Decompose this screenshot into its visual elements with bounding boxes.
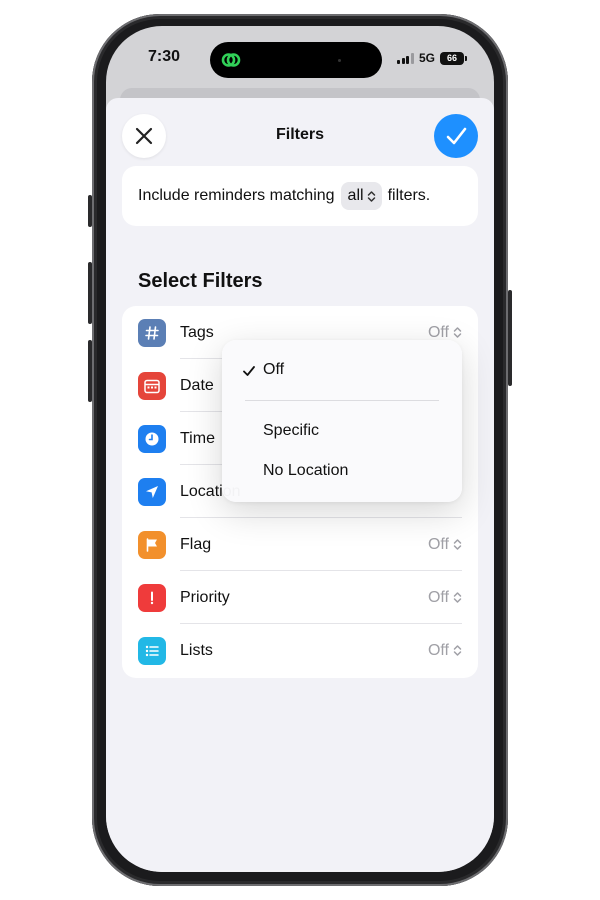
match-prefix: Include reminders matching [138, 187, 335, 204]
filter-row-lists[interactable]: Lists Off [122, 624, 478, 677]
chevron-up-down-icon [453, 327, 462, 338]
filter-label: Priority [180, 588, 230, 606]
filter-value-text: Off [427, 323, 449, 341]
menu-option-off[interactable]: Off [263, 361, 284, 379]
filter-value[interactable]: Off [428, 642, 462, 660]
filter-row-priority[interactable]: Priority Off [122, 571, 478, 624]
side-button [508, 290, 512, 386]
filter-label: Tags [180, 323, 214, 341]
camera-dot [338, 59, 341, 62]
menu-option-no-location[interactable]: No Location [263, 462, 348, 480]
flag-icon [138, 530, 166, 559]
volume-down-button [88, 340, 92, 402]
chevron-up-down-icon [453, 539, 462, 550]
menu-option-specific[interactable]: Specific [263, 422, 319, 440]
shared-activity-icon [221, 53, 241, 67]
filter-label: Flag [180, 535, 212, 553]
filter-label: Date [180, 376, 214, 394]
chevron-up-down-icon [453, 645, 462, 656]
match-suffix: filters. [387, 187, 431, 204]
network-type: 5G [418, 51, 435, 65]
filter-value-text: Off [427, 588, 449, 606]
battery-icon: 66 [440, 51, 467, 65]
calendar-icon [138, 371, 166, 400]
filter-value-text: Off [427, 641, 449, 659]
signal-icon [397, 52, 414, 64]
volume-up-button [88, 262, 92, 324]
match-selector[interactable]: all [340, 182, 382, 210]
filter-value[interactable]: Off [428, 324, 462, 342]
location-options-menu: Off Specific No Location [222, 340, 462, 502]
hashtag-icon [138, 318, 166, 347]
filter-value[interactable]: Off [428, 536, 462, 554]
match-condition-card: Include reminders matching all filters. [122, 166, 478, 226]
exclamation-icon [138, 583, 166, 612]
done-button[interactable] [434, 114, 478, 158]
checkmark-icon [243, 366, 255, 376]
match-value: all [347, 187, 364, 204]
dynamic-island [210, 42, 382, 78]
filter-value[interactable]: Off [428, 589, 462, 607]
filter-value-text: Off [427, 535, 449, 553]
chevron-up-down-icon [453, 592, 462, 603]
battery-level: 66 [446, 52, 457, 63]
action-button [88, 195, 92, 227]
status-time: 7:30 [148, 48, 181, 65]
menu-divider [245, 400, 439, 401]
filter-label: Lists [180, 641, 213, 659]
status-indicators: 5G 66 [397, 51, 467, 65]
section-title: Select Filters [138, 270, 263, 292]
filter-label: Time [180, 429, 215, 447]
location-arrow-icon [138, 477, 166, 506]
checkmark-icon [446, 127, 467, 145]
chevron-up-down-icon [367, 190, 375, 202]
list-icon [138, 636, 166, 665]
filter-row-flag[interactable]: Flag Off [122, 518, 478, 571]
clock-icon [138, 424, 166, 453]
